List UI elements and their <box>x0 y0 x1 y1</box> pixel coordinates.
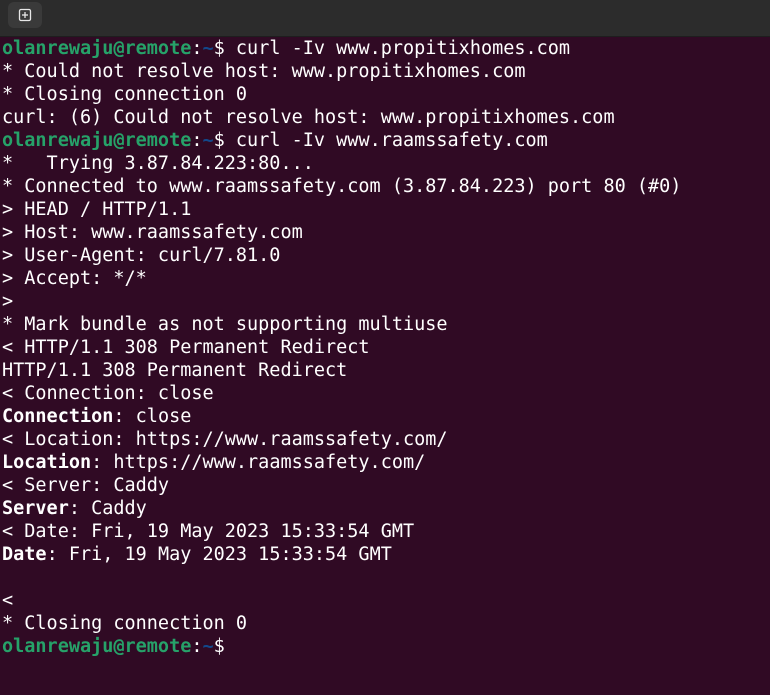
output-line: > User-Agent: curl/7.81.0 <box>2 244 768 267</box>
prompt-path: ~ <box>202 38 214 59</box>
terminal-titlebar <box>0 0 770 37</box>
header-key: Connection <box>2 406 114 427</box>
command-text: curl -Iv www.raamssafety.com <box>235 130 548 151</box>
output-line: HTTP/1.1 308 Permanent Redirect <box>2 359 768 382</box>
prompt-path: ~ <box>202 636 214 657</box>
output-text: < <box>2 590 14 611</box>
prompt-sign: $ <box>213 38 236 59</box>
prompt-user-host: olanrewaju@remote <box>2 38 192 59</box>
response-header-line: Location: https://www.raamssafety.com/ <box>2 451 768 474</box>
response-header-line: Server: Caddy <box>2 497 768 520</box>
prompt-user-host: olanrewaju@remote <box>2 636 192 657</box>
prompt-colon: : <box>191 38 203 59</box>
output-line: < <box>2 589 768 612</box>
header-value: : https://www.raamssafety.com/ <box>91 452 426 473</box>
output-text: curl: (6) Could not resolve host: www.pr… <box>2 107 615 128</box>
output-line: > <box>2 290 768 313</box>
command-text: curl -Iv www.propitixhomes.com <box>235 38 571 59</box>
prompt-line: olanrewaju@remote:~$ <box>2 635 768 658</box>
response-header-line: Connection: close <box>2 405 768 428</box>
output-text: > HEAD / HTTP/1.1 <box>2 199 192 220</box>
output-line: curl: (6) Could not resolve host: www.pr… <box>2 106 768 129</box>
output-line: * Mark bundle as not supporting multiuse <box>2 313 768 336</box>
output-text: > Accept: */* <box>2 268 147 289</box>
output-line: < Date: Fri, 19 May 2023 15:33:54 GMT <box>2 520 768 543</box>
output-text: * Could not resolve host: www.propitixho… <box>2 61 526 82</box>
header-value: : close <box>113 406 192 427</box>
header-key: Location <box>2 452 92 473</box>
prompt-sign: $ <box>213 130 236 151</box>
output-text: < HTTP/1.1 308 Permanent Redirect <box>2 337 370 358</box>
output-line: * Connected to www.raamssafety.com (3.87… <box>2 175 768 198</box>
output-line: < Connection: close <box>2 382 768 405</box>
output-line: > HEAD / HTTP/1.1 <box>2 198 768 221</box>
output-text: < Server: Caddy <box>2 475 170 496</box>
output-line: < Server: Caddy <box>2 474 768 497</box>
prompt-sign: $ <box>213 636 236 657</box>
output-text: > Host: www.raamssafety.com <box>2 222 303 243</box>
header-key: Date <box>2 544 47 565</box>
output-line: < Location: https://www.raamssafety.com/ <box>2 428 768 451</box>
output-line: * Closing connection 0 <box>2 612 768 635</box>
output-line: > Host: www.raamssafety.com <box>2 221 768 244</box>
output-text: * Trying 3.87.84.223:80... <box>2 153 314 174</box>
output-text: * Closing connection 0 <box>2 84 248 105</box>
new-tab-button[interactable] <box>8 2 42 28</box>
output-line: * Trying 3.87.84.223:80... <box>2 152 768 175</box>
output-line: * Closing connection 0 <box>2 83 768 106</box>
output-line: > Accept: */* <box>2 267 768 290</box>
header-key: Server <box>2 498 69 519</box>
prompt-user-host: olanrewaju@remote <box>2 130 192 151</box>
prompt-line: olanrewaju@remote:~$ curl -Iv www.propit… <box>2 37 768 60</box>
new-tab-plus-icon <box>17 7 33 23</box>
header-value: : Fri, 19 May 2023 15:33:54 GMT <box>46 544 392 565</box>
output-line: < HTTP/1.1 308 Permanent Redirect <box>2 336 768 359</box>
terminal-output[interactable]: olanrewaju@remote:~$ curl -Iv www.propit… <box>2 37 768 693</box>
output-text: * Mark bundle as not supporting multiuse <box>2 314 448 335</box>
output-line: * Could not resolve host: www.propitixho… <box>2 60 768 83</box>
prompt-colon: : <box>191 130 203 151</box>
header-value: : Caddy <box>68 498 147 519</box>
output-text: > <box>2 291 14 312</box>
response-header-line: Date: Fri, 19 May 2023 15:33:54 GMT <box>2 543 768 566</box>
output-text: < Connection: close <box>2 383 214 404</box>
output-text: * Connected to www.raamssafety.com (3.87… <box>2 176 682 197</box>
output-text: * Closing connection 0 <box>2 613 248 634</box>
output-text: < Date: Fri, 19 May 2023 15:33:54 GMT <box>2 521 415 542</box>
output-text: > User-Agent: curl/7.81.0 <box>2 245 281 266</box>
output-text: < Location: https://www.raamssafety.com/ <box>2 429 448 450</box>
prompt-path: ~ <box>202 130 214 151</box>
prompt-line: olanrewaju@remote:~$ curl -Iv www.raamss… <box>2 129 768 152</box>
prompt-colon: : <box>191 636 203 657</box>
output-text: HTTP/1.1 308 Permanent Redirect <box>2 360 348 381</box>
